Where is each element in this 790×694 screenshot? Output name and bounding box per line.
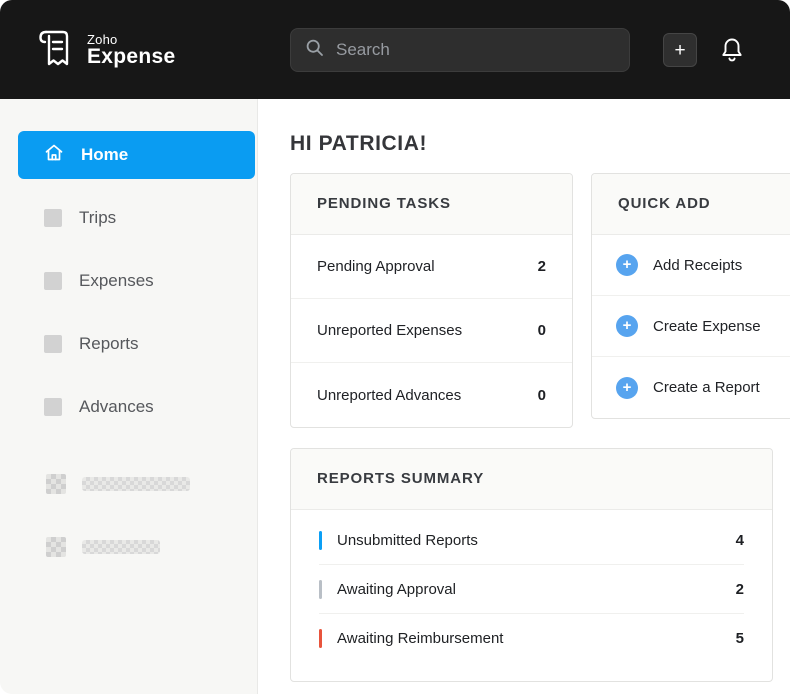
- sidebar-item-advances[interactable]: Advances: [18, 383, 255, 431]
- sidebar-item-label: Trips: [79, 208, 116, 228]
- task-count: 0: [538, 387, 546, 404]
- cards-row: PENDING TASKS Pending Approval 2 Unrepor…: [290, 173, 790, 428]
- brand-expense: Expense: [87, 46, 175, 68]
- global-add-button[interactable]: +: [663, 33, 697, 67]
- quick-add-label: Add Receipts: [653, 257, 742, 274]
- pending-tasks-card: PENDING TASKS Pending Approval 2 Unrepor…: [290, 173, 573, 428]
- reports-summary-card: REPORTS SUMMARY Unsubmitted Reports 4 Aw…: [290, 448, 773, 682]
- advances-icon: [44, 398, 62, 416]
- search-box[interactable]: [290, 28, 630, 72]
- skeleton-bar: [82, 477, 190, 491]
- summary-row-awaiting-reimbursement[interactable]: Awaiting Reimbursement 5: [319, 614, 744, 663]
- brand-zoho: Zoho: [87, 33, 175, 47]
- quick-add-title: QUICK ADD: [618, 195, 711, 212]
- brand-text: Zoho Expense: [87, 33, 175, 69]
- task-row-unreported-expenses[interactable]: Unreported Expenses 0: [291, 299, 572, 363]
- status-tick: [319, 531, 322, 550]
- sidebar-item-label: Advances: [79, 397, 154, 417]
- zoho-expense-logo-icon: [34, 26, 74, 75]
- reports-icon: [44, 335, 62, 353]
- quick-add-create-expense[interactable]: + Create Expense: [592, 296, 790, 357]
- brand: Zoho Expense: [34, 26, 175, 75]
- quick-add-header: QUICK ADD: [592, 174, 790, 235]
- sidebar-item-expenses[interactable]: Expenses: [18, 257, 255, 305]
- sidebar-item-skeleton: [20, 523, 255, 571]
- sidebar-item-reports[interactable]: Reports: [18, 320, 255, 368]
- task-row-pending-approval[interactable]: Pending Approval 2: [291, 235, 572, 299]
- expenses-icon: [44, 272, 62, 290]
- quick-add-label: Create Expense: [653, 318, 761, 335]
- sidebar-nav: Home Trips Expenses Reports Advances: [0, 131, 257, 571]
- sidebar-item-skeleton: [20, 460, 255, 508]
- skeleton-icon: [46, 474, 66, 494]
- task-label: Unreported Expenses: [317, 322, 462, 339]
- plus-circle-icon: +: [616, 315, 638, 337]
- pending-tasks-header: PENDING TASKS: [291, 174, 572, 235]
- top-bar: Zoho Expense +: [0, 0, 790, 99]
- quick-add-label: Create a Report: [653, 379, 760, 396]
- reports-summary-header: REPORTS SUMMARY: [291, 449, 772, 510]
- skeleton-icon: [46, 537, 66, 557]
- trips-icon: [44, 209, 62, 227]
- plus-circle-icon: +: [616, 254, 638, 276]
- reports-summary-body: Unsubmitted Reports 4 Awaiting Approval …: [291, 510, 772, 681]
- summary-count: 5: [736, 630, 744, 647]
- task-count: 2: [538, 258, 546, 275]
- sidebar-item-home[interactable]: Home: [18, 131, 255, 179]
- search-input[interactable]: [336, 40, 615, 60]
- app-window: Zoho Expense +: [0, 0, 790, 694]
- sidebar-item-label: Expenses: [79, 271, 154, 291]
- task-count: 0: [538, 322, 546, 339]
- pending-tasks-title: PENDING TASKS: [317, 195, 451, 212]
- plus-circle-icon: +: [616, 377, 638, 399]
- task-row-unreported-advances[interactable]: Unreported Advances 0: [291, 363, 572, 427]
- quick-add-receipts[interactable]: + Add Receipts: [592, 235, 790, 296]
- task-label: Unreported Advances: [317, 387, 461, 404]
- summary-label: Unsubmitted Reports: [337, 532, 736, 549]
- status-tick: [319, 629, 322, 648]
- greeting-title: HI PATRICIA!: [290, 132, 790, 156]
- summary-count: 4: [736, 532, 744, 549]
- search-icon: [305, 38, 325, 63]
- notifications-bell-icon[interactable]: [717, 34, 747, 66]
- reports-summary-title: REPORTS SUMMARY: [317, 470, 484, 487]
- sidebar-item-label: Home: [81, 145, 128, 165]
- summary-row-unsubmitted[interactable]: Unsubmitted Reports 4: [319, 516, 744, 565]
- quick-add-create-report[interactable]: + Create a Report: [592, 357, 790, 418]
- sidebar: Home Trips Expenses Reports Advances: [0, 99, 258, 694]
- task-label: Pending Approval: [317, 258, 435, 275]
- summary-label: Awaiting Reimbursement: [337, 630, 736, 647]
- home-icon: [44, 143, 64, 167]
- quick-add-card: QUICK ADD + Add Receipts + Create Expens…: [591, 173, 790, 419]
- sidebar-item-trips[interactable]: Trips: [18, 194, 255, 242]
- skeleton-bar: [82, 540, 160, 554]
- main-content: HI PATRICIA! PENDING TASKS Pending Appro…: [258, 99, 790, 694]
- summary-label: Awaiting Approval: [337, 581, 736, 598]
- summary-row-awaiting-approval[interactable]: Awaiting Approval 2: [319, 565, 744, 614]
- status-tick: [319, 580, 322, 599]
- summary-count: 2: [736, 581, 744, 598]
- sidebar-item-label: Reports: [79, 334, 139, 354]
